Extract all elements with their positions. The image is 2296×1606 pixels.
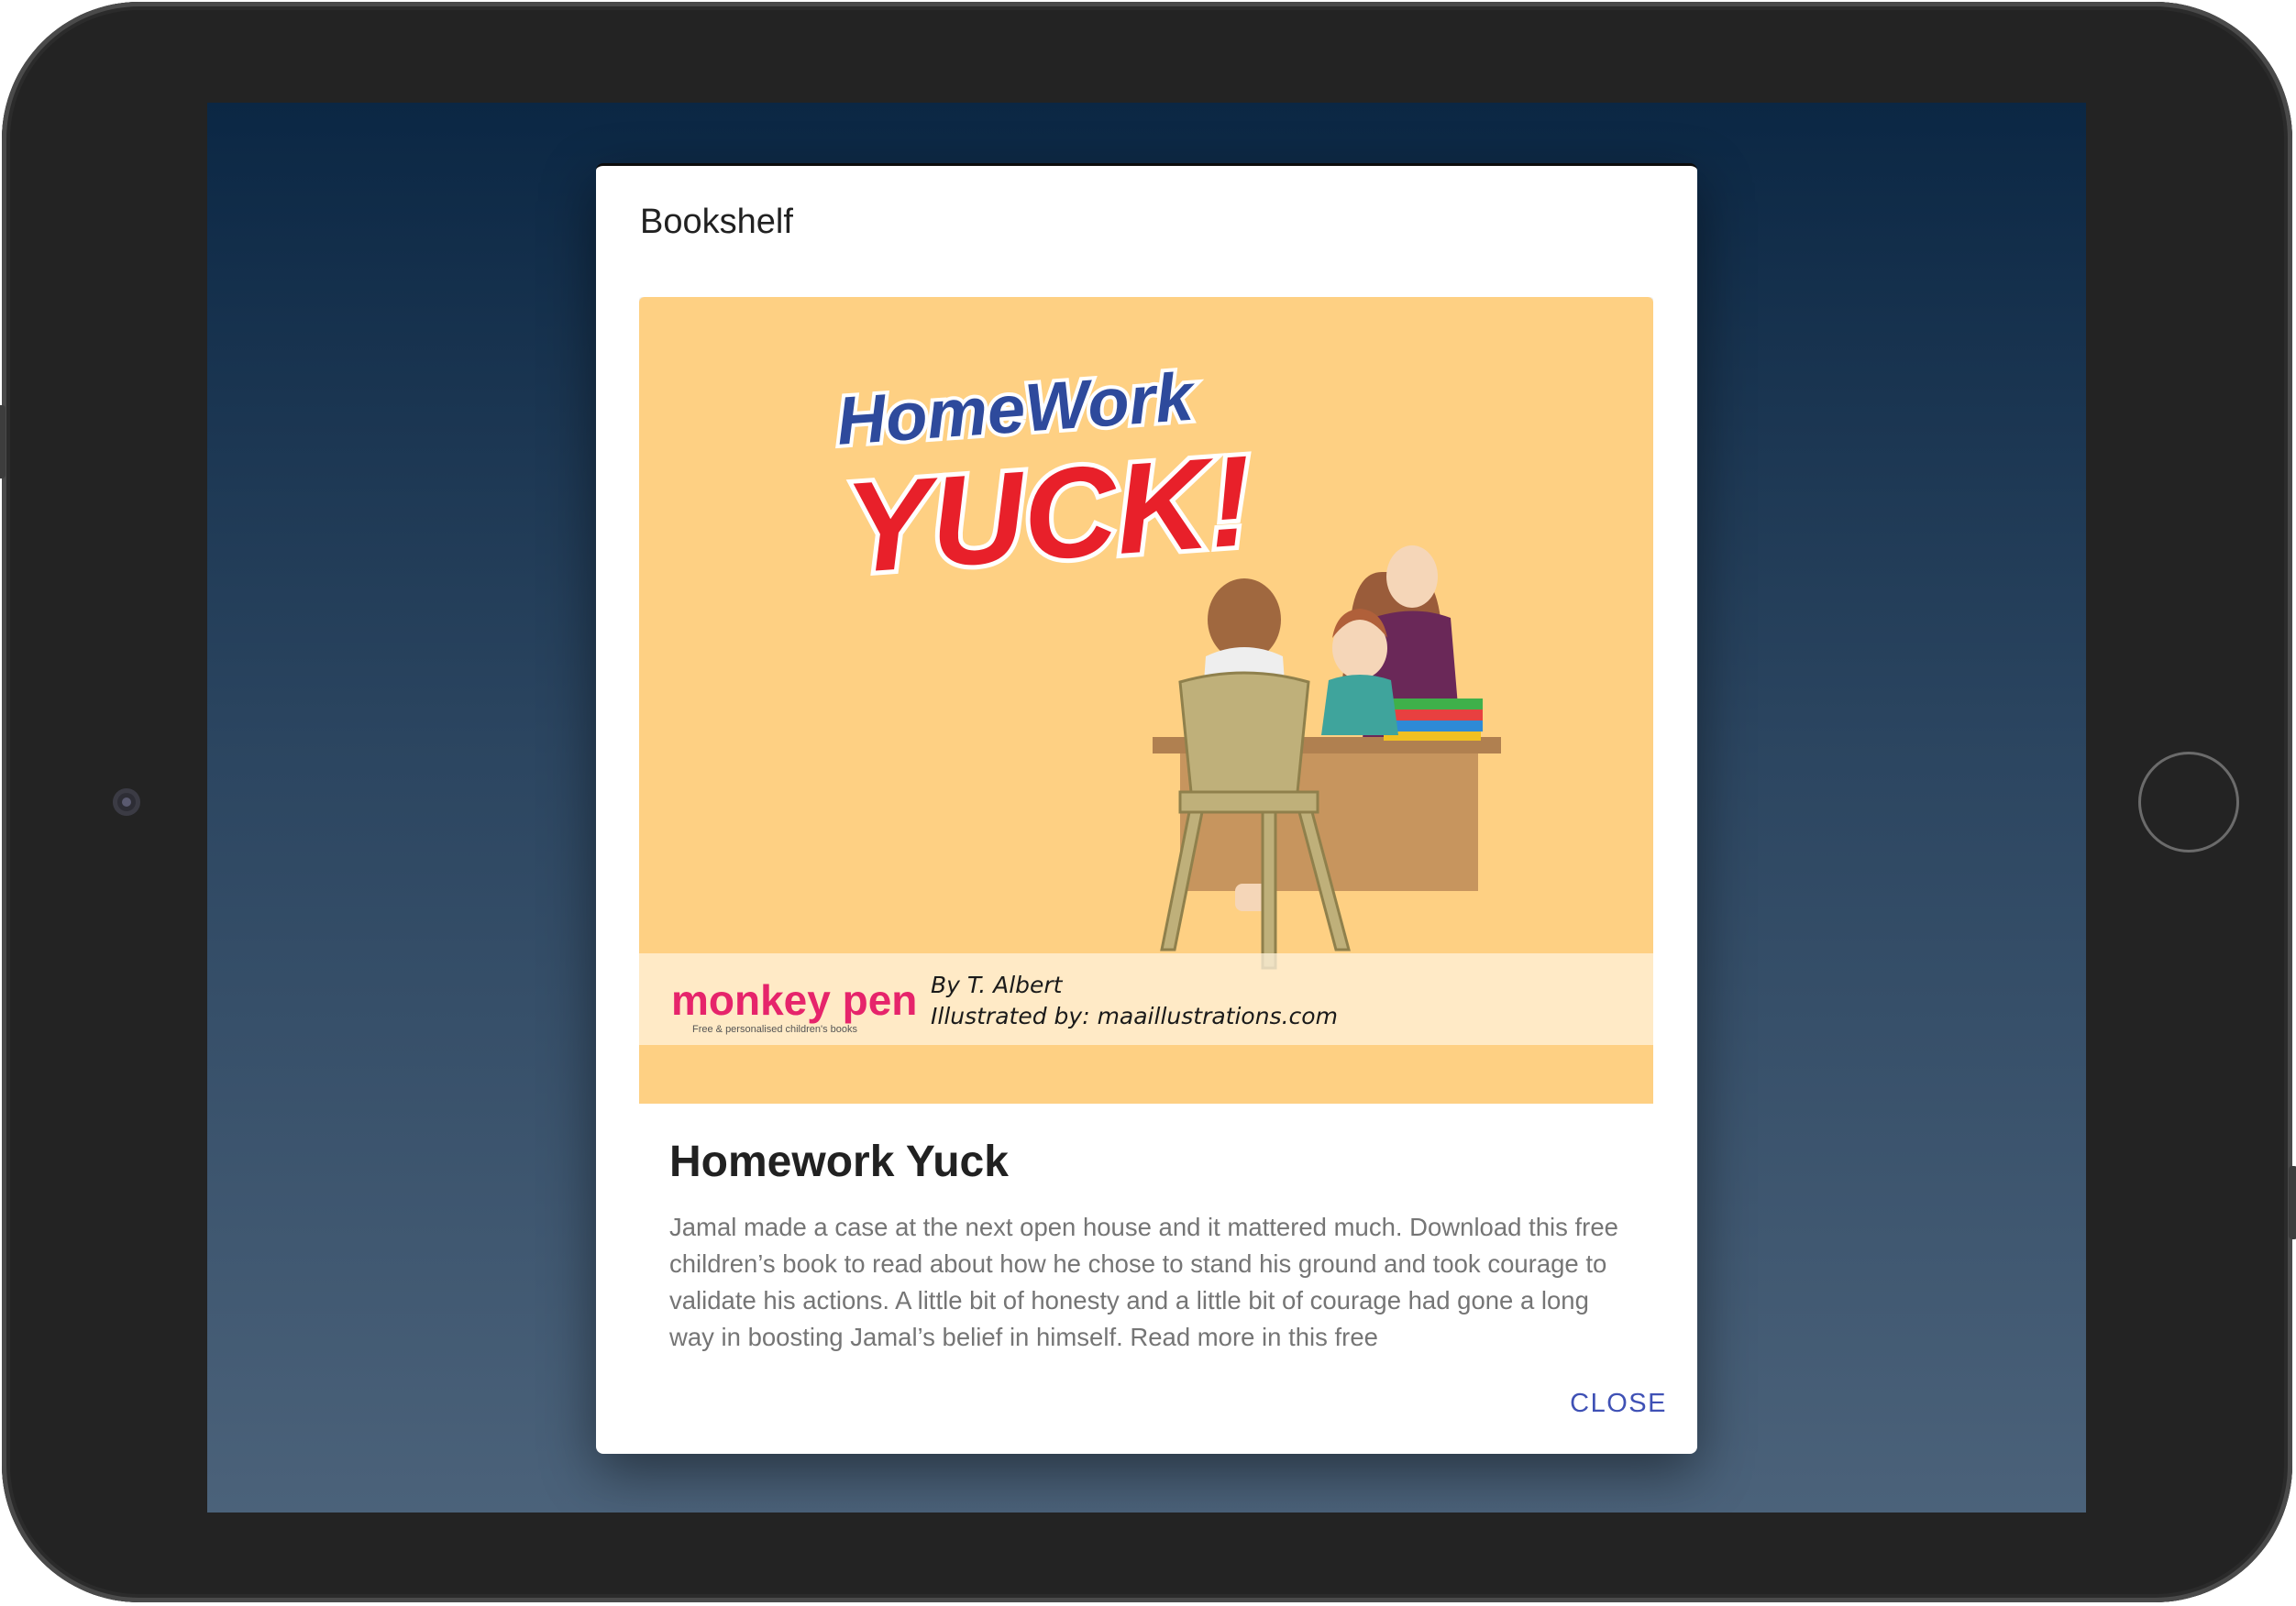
close-button[interactable]: CLOSE: [1570, 1389, 1667, 1419]
publisher-tagline: Free & personalised children's books: [692, 1024, 858, 1035]
book-card[interactable]: HomeWork YUCK! monkey pen Free & persona…: [639, 297, 1653, 1360]
home-button[interactable]: [2138, 752, 2239, 852]
book-title: Homework Yuck: [669, 1138, 1009, 1186]
cover-title-yuck: YUCK!: [841, 428, 1256, 600]
book-card-body: Homework Yuck Jamal made a case at the n…: [639, 1104, 1653, 1360]
volume-button: [0, 405, 6, 478]
dialog-title: Bookshelf: [640, 203, 793, 241]
bookshelf-dialog: Bookshelf HomeWork YUCK! monkey pen Free…: [596, 163, 1697, 1454]
publisher-logo: monkey pen: [671, 976, 917, 1024]
screen: Bookshelf HomeWork YUCK! monkey pen Free…: [207, 103, 2086, 1512]
book-cover-image[interactable]: HomeWork YUCK! monkey pen Free & persona…: [639, 297, 1653, 1104]
book-description: Jamal made a case at the next open house…: [669, 1213, 1618, 1351]
dialog-content[interactable]: HomeWork YUCK! monkey pen Free & persona…: [639, 297, 1653, 1360]
cover-illustrator: Illustrated by: maaillustrations.com: [931, 1003, 1338, 1029]
cover-author: By T. Albert: [931, 972, 1064, 998]
tablet-frame: Bookshelf HomeWork YUCK! monkey pen Free…: [0, 2, 2296, 1602]
side-button: [2289, 1166, 2296, 1239]
camera-icon: [113, 788, 140, 816]
book-cover-illustration: HomeWork YUCK! monkey pen Free & persona…: [639, 355, 1653, 1045]
